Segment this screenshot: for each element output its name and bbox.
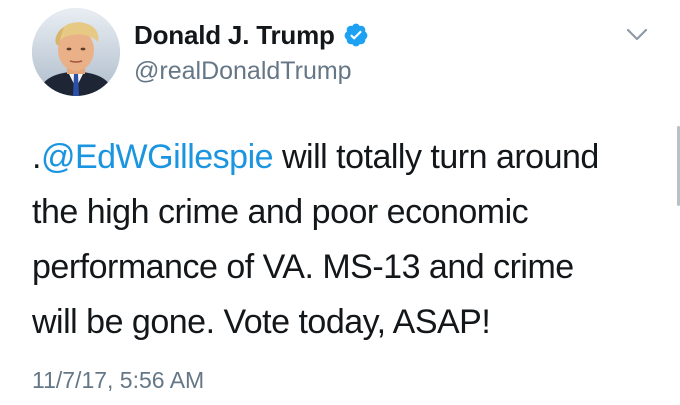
- tweet-text-line-1: .@EdWGillespie will totally turn around: [32, 130, 642, 185]
- tweet-timestamp[interactable]: 11/7/17, 5:56 AM: [32, 365, 204, 395]
- tweet-card: Donald J. Trump @realDonaldTrump .@EdWGi…: [0, 0, 680, 405]
- tweet-text-line-1-rest: will totally turn around: [273, 138, 599, 176]
- tweet-text: .@EdWGillespie will totally turn around …: [32, 130, 642, 350]
- avatar[interactable]: [32, 8, 120, 96]
- tweet-text-line-2: the high crime and poor economic: [32, 193, 529, 231]
- tweet-text-line-3: performance of VA. MS-13 and crime: [32, 248, 574, 286]
- author-name-row[interactable]: Donald J. Trump: [134, 18, 369, 52]
- verified-badge-icon: [343, 22, 369, 48]
- tweet-text-line-4: will be gone. Vote today, ASAP!: [32, 303, 491, 341]
- display-name[interactable]: Donald J. Trump: [134, 18, 335, 52]
- chevron-down-icon[interactable]: [626, 28, 648, 42]
- mention-link[interactable]: @EdWGillespie: [41, 138, 274, 176]
- author-handle[interactable]: @realDonaldTrump: [134, 55, 352, 87]
- profile-photo-icon: [32, 8, 120, 96]
- tweet-text-prefix: .: [32, 138, 41, 176]
